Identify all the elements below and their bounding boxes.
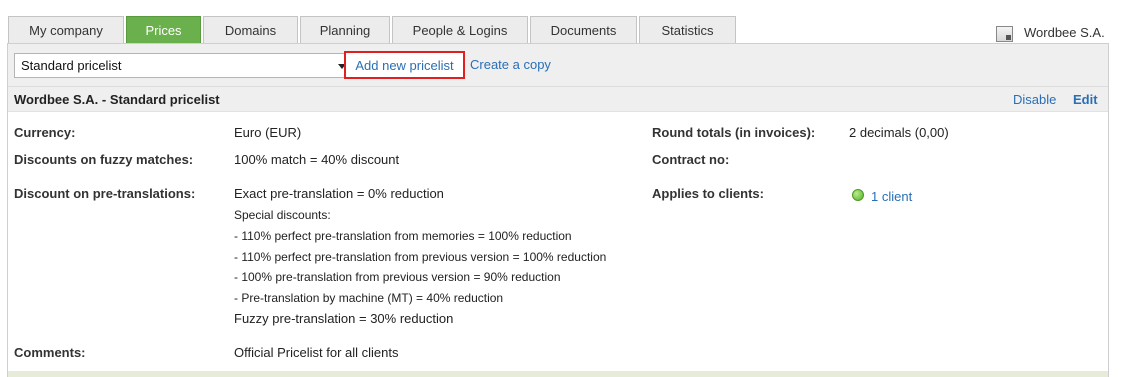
tab-prices[interactable]: Prices [126, 16, 201, 44]
pretranslation-line: - Pre-translation by machine (MT) = 40% … [234, 291, 504, 305]
pretranslation-label: Discount on pre-translations: [14, 186, 196, 201]
pricelist-toolbar: Standard pricelist Add new pricelist Cre… [8, 44, 1108, 87]
comments-value: Official Pricelist for all clients [234, 345, 399, 360]
tab-bar: My company Prices Domains Planning Peopl… [8, 16, 738, 44]
comments-label: Comments: [14, 345, 86, 360]
currency-value: Euro (EUR) [234, 125, 302, 140]
currency-label: Currency: [14, 125, 76, 140]
fuzzy-label: Discounts on fuzzy matches: [14, 152, 194, 167]
company-indicator: Wordbee S.A. [996, 22, 1105, 42]
tab-my-company[interactable]: My company [8, 16, 124, 44]
pretranslation-line: - 110% perfect pre-translation from prev… [234, 250, 607, 264]
pretranslation-line: - 100% pre-translation from previous ver… [234, 270, 561, 284]
edit-link[interactable]: Edit [1073, 92, 1098, 107]
disable-link[interactable]: Disable [1013, 92, 1056, 107]
tab-planning[interactable]: Planning [300, 16, 390, 44]
pricelist-select-value: Standard pricelist [21, 58, 122, 73]
round-totals-label: Round totals (in invoices): [652, 125, 816, 140]
pretranslation-line: Fuzzy pre-translation = 30% reduction [234, 311, 454, 326]
tab-domains[interactable]: Domains [203, 16, 298, 44]
clients-link[interactable]: 1 client [871, 189, 912, 204]
pricelist-title: Wordbee S.A. - Standard pricelist [14, 92, 220, 107]
pretranslation-line: - 110% perfect pre-translation from memo… [234, 229, 572, 243]
panel-footer-bar [8, 371, 1108, 377]
pricelist-panel: Standard pricelist Add new pricelist Cre… [7, 43, 1109, 377]
pricelist-select[interactable]: Standard pricelist [14, 53, 352, 78]
create-copy-link[interactable]: Create a copy [470, 57, 551, 72]
add-new-pricelist-button[interactable]: Add new pricelist [344, 51, 465, 79]
contract-label: Contract no: [652, 152, 730, 167]
tab-statistics[interactable]: Statistics [639, 16, 736, 44]
pretranslation-line: Exact pre-translation = 0% reduction [234, 186, 444, 201]
applies-to-clients-label: Applies to clients: [652, 186, 764, 201]
tab-documents[interactable]: Documents [530, 16, 637, 44]
building-icon [996, 25, 1013, 42]
status-green-icon [852, 189, 864, 201]
pricelist-titlebar: Wordbee S.A. - Standard pricelist Disabl… [8, 87, 1108, 112]
round-totals-value: 2 decimals (0,00) [849, 125, 949, 140]
fuzzy-value: 100% match = 40% discount [234, 152, 400, 167]
tab-people-logins[interactable]: People & Logins [392, 16, 528, 44]
company-name: Wordbee S.A. [1024, 24, 1105, 40]
pretranslation-line: Special discounts: [234, 208, 331, 222]
